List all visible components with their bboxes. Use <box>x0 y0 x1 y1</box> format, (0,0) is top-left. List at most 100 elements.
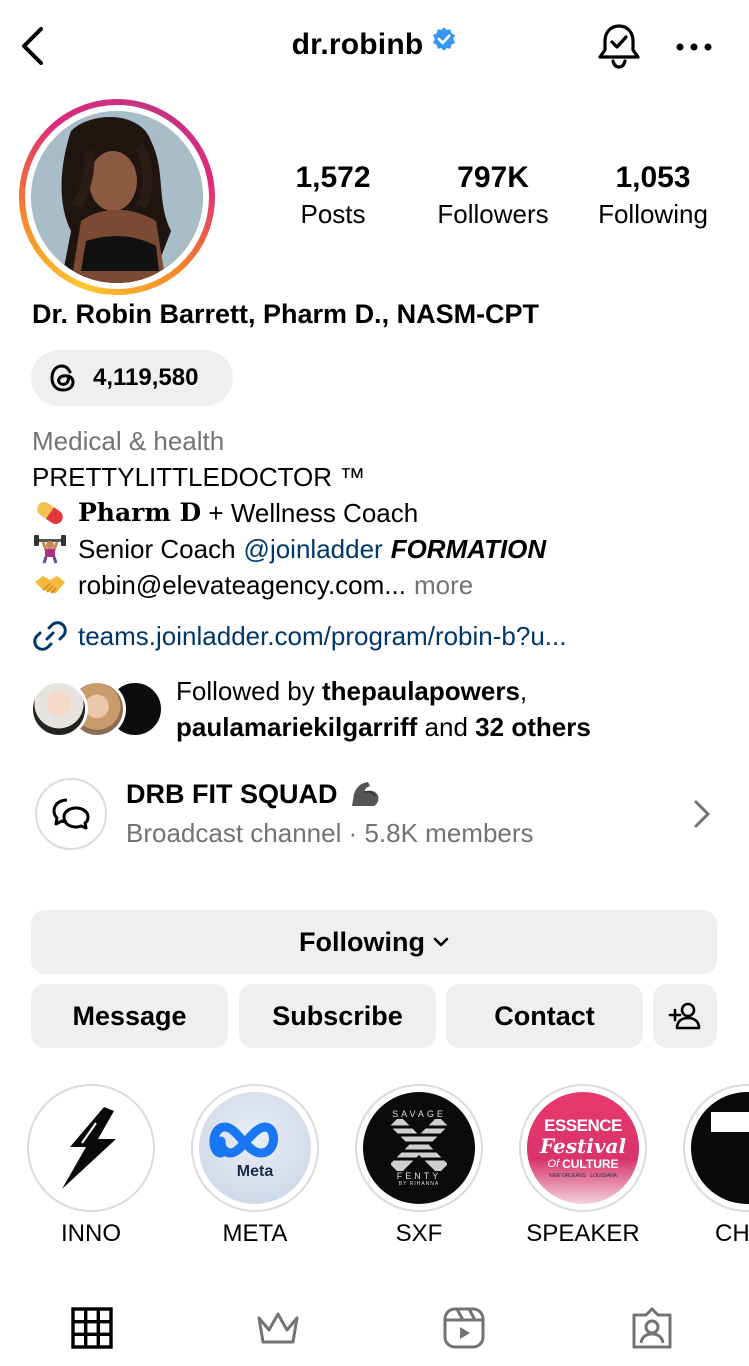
followers-label: Followers <box>437 199 549 229</box>
following-button[interactable]: Following <box>31 910 717 974</box>
bio-line-3: Senior Coach @joinladder FORMATION <box>32 531 732 567</box>
followed-by-user-2: paulamariekilgarriff <box>176 712 418 742</box>
followed-by-others: 32 others <box>475 712 591 742</box>
highlight-ch[interactable]: CH <box>683 1084 749 1248</box>
profile-avatar[interactable] <box>19 99 215 295</box>
sxf-logo-sub: BY RIHANNA <box>398 1181 440 1187</box>
bio-line-2: 𝐏𝐡𝐚𝐫𝐦 𝐃 + Wellness Coach <box>32 495 732 531</box>
highlight-label: CH <box>715 1220 749 1247</box>
tagged-icon <box>632 1307 672 1349</box>
threads-icon <box>50 364 75 392</box>
essence-logo-top: ESSENCE <box>544 1116 622 1135</box>
pill-icon <box>32 498 68 528</box>
subscribe-button-label: Subscribe <box>272 1000 403 1031</box>
posts-stat[interactable]: 1,572 Posts <box>258 160 408 232</box>
savage-fenty-logo-icon: SAVAGE FENTY BY RIHANNA <box>363 1092 475 1204</box>
link-icon <box>33 621 67 651</box>
profile-tab-bar <box>0 1290 749 1366</box>
more-options-button[interactable] <box>672 30 716 64</box>
bio-email: robin@elevateagency.com... <box>78 570 406 600</box>
sxf-logo-top: SAVAGE <box>392 1109 446 1119</box>
channel-subtitle: Broadcast channel · 5.8K members <box>126 818 534 848</box>
username: dr.robinb <box>291 28 424 61</box>
highlight-speaker[interactable]: ESSENCE Festival Of CULTURE NEW ORLEANS ·… <box>519 1084 647 1248</box>
highlight-sxf[interactable]: SAVAGE FENTY BY RIHANNA SXF <box>355 1084 483 1248</box>
broadcast-channel-row[interactable]: DRB FIT SQUAD Broadcast channel · 5.8K m… <box>30 776 720 856</box>
essence-logo-mid: Festival <box>539 1134 627 1158</box>
followers-count: 797K <box>457 161 529 194</box>
bio-pharm-d: 𝐏𝐡𝐚𝐫𝐦 𝐃 <box>78 498 202 527</box>
tab-subscriptions[interactable] <box>250 1300 306 1356</box>
bio-more-link[interactable]: more <box>414 567 473 603</box>
threads-badge[interactable]: 4,119,580 <box>31 350 233 406</box>
top-bar: dr.robinb <box>0 0 749 92</box>
verified-badge-icon <box>431 26 457 60</box>
contact-button[interactable]: Contact <box>446 984 643 1048</box>
tab-reels[interactable] <box>436 1300 492 1356</box>
channel-name: DRB FIT SQUAD <box>126 778 382 810</box>
followed-by-sep: , <box>519 676 528 706</box>
ch-logo-icon <box>691 1092 749 1204</box>
tab-posts-grid[interactable] <box>64 1300 120 1356</box>
mention-joinladder-link[interactable]: @joinladder <box>244 531 383 567</box>
bio-line-1: PRETTYLITTLEDOCTOR ™ <box>32 462 366 492</box>
inno-logo-icon <box>35 1092 147 1204</box>
channel-name-text: DRB FIT SQUAD <box>126 778 338 809</box>
subscribe-button[interactable]: Subscribe <box>239 984 436 1048</box>
suggested-users-button[interactable] <box>653 984 717 1048</box>
mutual-avatar-1 <box>30 680 88 738</box>
tab-tagged[interactable] <box>624 1300 680 1356</box>
add-user-icon <box>668 1002 701 1030</box>
essence-logo-culture: CULTURE <box>562 1157 619 1171</box>
followed-by-prefix: Followed by <box>176 676 315 706</box>
meta-logo-icon: Meta <box>199 1092 311 1204</box>
more-horizontal-icon <box>676 43 712 51</box>
essence-festival-logo-icon: ESSENCE Festival Of CULTURE NEW ORLEANS ·… <box>527 1092 639 1204</box>
crown-icon <box>257 1312 299 1344</box>
chevron-right-icon <box>690 796 714 832</box>
bio-wellness-coach: + Wellness Coach <box>208 498 419 528</box>
highlight-label: META <box>222 1220 288 1247</box>
avatar-border <box>25 105 209 289</box>
flexed-bicep-icon <box>348 778 382 810</box>
highlight-label: SXF <box>395 1220 443 1247</box>
highlight-ring: ESSENCE Festival Of CULTURE NEW ORLEANS ·… <box>519 1084 647 1212</box>
link-url: teams.joinladder.com/program/robin-b?u..… <box>78 620 567 651</box>
message-button-label: Message <box>72 1000 187 1031</box>
profile-external-link[interactable]: teams.joinladder.com/program/robin-b?u..… <box>32 618 566 654</box>
followed-by-and: and <box>424 712 468 742</box>
highlight-ring: SAVAGE FENTY BY RIHANNA <box>355 1084 483 1212</box>
highlight-label: SPEAKER <box>526 1220 640 1247</box>
avatar-photo <box>31 111 203 283</box>
essence-logo-sub: NEW ORLEANS · LOUISIANA <box>548 1173 618 1179</box>
essence-culture-line: Of CULTURE <box>547 1157 618 1171</box>
mutual-followers-avatars[interactable] <box>30 680 164 740</box>
meta-logo-text: Meta <box>236 1163 274 1180</box>
essence-logo-of: Of <box>547 1158 560 1170</box>
broadcast-channel-icon <box>35 778 107 850</box>
following-stat[interactable]: 1,053 Following <box>578 160 728 232</box>
sxf-logo-bottom: FENTY <box>396 1171 442 1181</box>
profile-category: Medical & health <box>32 426 225 456</box>
contact-button-label: Contact <box>494 1000 595 1031</box>
followers-stat[interactable]: 797K Followers <box>418 160 568 232</box>
posts-count: 1,572 <box>295 161 371 194</box>
following-button-label: Following <box>299 926 425 957</box>
following-count: 1,053 <box>615 161 691 194</box>
chevron-down-icon <box>433 937 449 947</box>
highlight-meta[interactable]: Meta META <box>191 1084 319 1248</box>
following-label: Following <box>598 199 708 229</box>
message-button[interactable]: Message <box>31 984 228 1048</box>
bio-senior-coach: Senior Coach <box>78 534 236 564</box>
highlight-label: INNO <box>61 1220 121 1247</box>
handshake-icon <box>32 570 68 600</box>
posts-label: Posts <box>300 199 366 229</box>
notifications-button[interactable] <box>596 22 642 70</box>
threads-count: 4,119,580 <box>93 364 199 391</box>
highlight-inno[interactable]: INNO <box>27 1084 155 1248</box>
bio-line-4: robin@elevateagency.com... more <box>32 567 732 603</box>
followed-by-text[interactable]: Followed by thepaulapowers, paulamarieki… <box>176 673 591 745</box>
reels-icon <box>443 1307 485 1349</box>
highlight-ring <box>27 1084 155 1212</box>
profile-full-name: Dr. Robin Barrett, Pharm D., NASM-CPT <box>32 299 540 329</box>
